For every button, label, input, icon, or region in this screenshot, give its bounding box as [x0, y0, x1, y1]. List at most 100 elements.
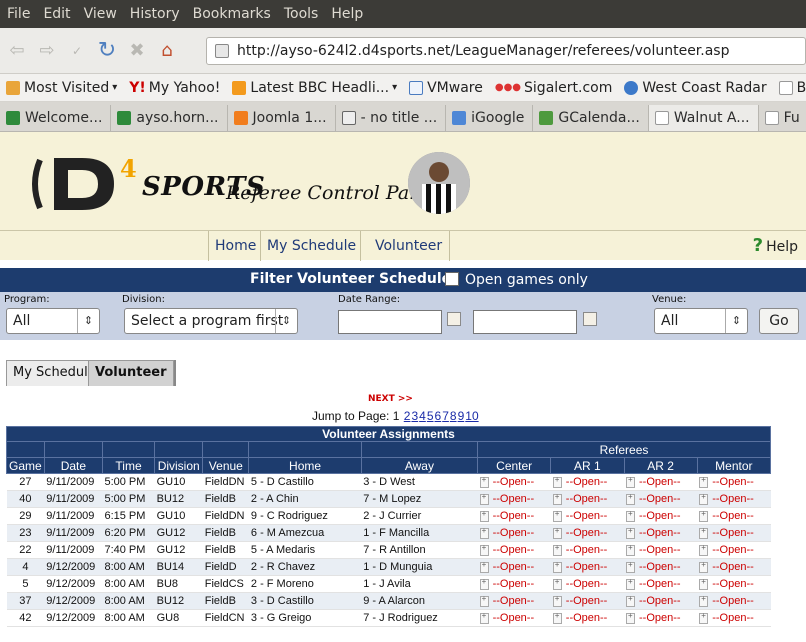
assign-icon[interactable] — [479, 475, 489, 488]
tab-welcome[interactable]: Welcome... — [0, 105, 112, 131]
open-slot-link[interactable]: --Open-- — [493, 544, 535, 556]
page-link-9[interactable]: 9 — [458, 409, 465, 423]
menu-history[interactable]: History — [123, 6, 186, 22]
open-slot-link[interactable]: --Open-- — [712, 544, 754, 556]
tab-ayso-horn[interactable]: ayso.horn... — [111, 105, 228, 131]
open-slot-link[interactable]: --Open-- — [639, 510, 681, 522]
open-slot-link[interactable]: --Open-- — [712, 595, 754, 607]
assign-icon[interactable] — [552, 577, 562, 590]
open-games-only-checkbox[interactable] — [445, 272, 459, 286]
open-slot-link[interactable]: --Open-- — [493, 595, 535, 607]
calendar-icon[interactable] — [447, 312, 461, 326]
open-slot-link[interactable]: --Open-- — [712, 510, 754, 522]
open-slot-link[interactable]: --Open-- — [639, 612, 681, 624]
assign-icon[interactable] — [479, 577, 489, 590]
page-link-4[interactable]: 4 — [419, 409, 426, 423]
open-slot-link[interactable]: --Open-- — [566, 510, 608, 522]
help-link[interactable]: ? Help — [753, 231, 798, 261]
assign-icon[interactable] — [626, 594, 635, 607]
page-link-8[interactable]: 8 — [450, 409, 457, 423]
open-slot-link[interactable]: --Open-- — [712, 493, 754, 505]
menu-help[interactable]: Help — [324, 6, 369, 22]
nav-volunteer[interactable]: Volunteer — [360, 231, 456, 261]
assign-icon[interactable] — [479, 492, 489, 505]
home-icon[interactable]: ⌂ — [154, 38, 180, 64]
assign-icon[interactable] — [552, 611, 562, 624]
nav-my-schedule[interactable]: My Schedule — [260, 231, 362, 261]
next-page-link[interactable]: NEXT >> — [368, 394, 413, 404]
open-slot-link[interactable]: --Open-- — [566, 544, 608, 556]
address-bar[interactable]: http://ayso-624l2.d4sports.net/LeagueMan… — [206, 37, 806, 65]
open-slot-link[interactable]: --Open-- — [639, 476, 681, 488]
open-slot-link[interactable]: --Open-- — [712, 578, 754, 590]
assign-icon[interactable] — [626, 577, 635, 590]
assign-icon[interactable] — [699, 509, 709, 522]
open-slot-link[interactable]: --Open-- — [639, 544, 681, 556]
open-slot-link[interactable]: --Open-- — [493, 578, 535, 590]
assign-icon[interactable] — [552, 594, 562, 607]
venue-select[interactable]: All ⇕ — [654, 308, 748, 334]
assign-icon[interactable] — [552, 492, 562, 505]
forward-icon[interactable]: ⇨ — [34, 38, 60, 64]
date-start-input[interactable] — [338, 310, 442, 334]
open-slot-link[interactable]: --Open-- — [493, 510, 535, 522]
menu-bookmarks[interactable]: Bookmarks — [186, 6, 277, 22]
open-slot-link[interactable]: --Open-- — [712, 476, 754, 488]
menu-edit[interactable]: Edit — [36, 6, 76, 22]
assign-icon[interactable] — [699, 577, 709, 590]
page-link-7[interactable]: 7 — [442, 409, 449, 423]
open-slot-link[interactable]: --Open-- — [493, 612, 535, 624]
assign-icon[interactable] — [699, 492, 709, 505]
tab-igoogle[interactable]: iGoogle — [446, 105, 534, 131]
assign-icon[interactable] — [699, 594, 709, 607]
bookmark-most-visited[interactable]: Most Visited ▾ — [6, 80, 117, 96]
assign-icon[interactable] — [479, 560, 489, 573]
go-button[interactable]: Go — [759, 308, 799, 334]
open-slot-link[interactable]: --Open-- — [566, 578, 608, 590]
bookmark-vmware[interactable]: VMware — [409, 80, 483, 96]
calendar-icon[interactable] — [583, 312, 597, 326]
assign-icon[interactable] — [479, 594, 489, 607]
bookmark-bbc[interactable]: Latest BBC Headli... ▾ — [232, 80, 397, 96]
open-slot-link[interactable]: --Open-- — [566, 612, 608, 624]
nav-home[interactable]: Home — [208, 231, 262, 261]
program-select[interactable]: All ⇕ — [6, 308, 100, 334]
tab-fu[interactable]: Fu — [759, 105, 806, 131]
assign-icon[interactable] — [479, 543, 489, 556]
page-link-3[interactable]: 3 — [411, 409, 418, 423]
assign-icon[interactable] — [479, 526, 489, 539]
open-slot-link[interactable]: --Open-- — [566, 561, 608, 573]
assign-icon[interactable] — [699, 543, 709, 556]
assign-icon[interactable] — [699, 475, 709, 488]
open-slot-link[interactable]: --Open-- — [639, 527, 681, 539]
stop-icon[interactable]: ✖ — [124, 38, 150, 64]
open-slot-link[interactable]: --Open-- — [639, 561, 681, 573]
tab-walnut[interactable]: Walnut A... — [648, 105, 759, 131]
open-slot-link[interactable]: --Open-- — [566, 476, 608, 488]
assign-icon[interactable] — [626, 560, 635, 573]
assign-icon[interactable] — [552, 560, 562, 573]
open-slot-link[interactable]: --Open-- — [493, 561, 535, 573]
tab-volunteer[interactable]: Volunteer — [88, 360, 174, 386]
open-slot-link[interactable]: --Open-- — [566, 527, 608, 539]
bookmark-my-yahoo[interactable]: Y! My Yahoo! — [129, 80, 220, 96]
page-link-6[interactable]: 6 — [435, 409, 442, 423]
menu-tools[interactable]: Tools — [277, 6, 325, 22]
back-icon[interactable]: ⇦ — [4, 38, 30, 64]
assign-icon[interactable] — [626, 475, 635, 488]
open-slot-link[interactable]: --Open-- — [493, 527, 535, 539]
page-link-5[interactable]: 5 — [427, 409, 434, 423]
bookmark-west-coast-radar[interactable]: West Coast Radar — [624, 80, 767, 96]
reload-icon[interactable]: ↻ — [94, 38, 120, 64]
tab-no-title[interactable]: - no title ... — [336, 105, 447, 131]
assign-icon[interactable] — [479, 509, 489, 522]
open-slot-link[interactable]: --Open-- — [712, 612, 754, 624]
assign-icon[interactable] — [552, 509, 562, 522]
assign-icon[interactable] — [552, 526, 562, 539]
history-dropdown-icon[interactable]: ✓ — [64, 38, 90, 64]
bookmark-backup[interactable]: Backu — [778, 80, 806, 96]
open-slot-link[interactable]: --Open-- — [566, 493, 608, 505]
assign-icon[interactable] — [699, 560, 709, 573]
open-slot-link[interactable]: --Open-- — [712, 527, 754, 539]
tab-joomla[interactable]: Joomla 1... — [228, 105, 336, 131]
